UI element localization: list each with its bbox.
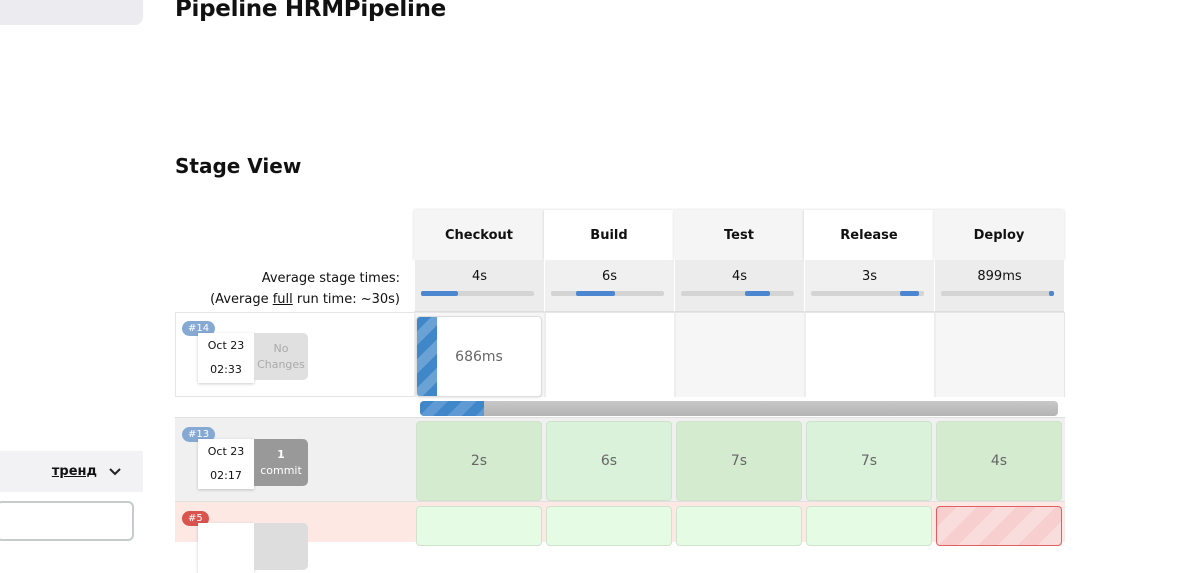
stage-average-time: 4s [471,269,488,284]
stage-average: 4s [414,260,544,312]
stage-average-bar-fill [421,291,459,296]
stage-duration: 4s [990,453,1008,469]
stage-cell-failed[interactable] [936,506,1062,546]
build-changes[interactable]: 1 commit [254,439,308,486]
stage-header-build: Build [544,210,674,260]
stage-cell-success[interactable] [416,506,542,546]
stage-cell-success[interactable]: 4s [936,421,1062,501]
avg-full-suffix: run time: ~30s) [292,292,400,307]
build-changes[interactable]: No Changes [254,333,308,380]
changes-count: No [273,341,289,355]
stage-duration: 2s [470,453,488,469]
stage-average-bar-fill [575,291,616,296]
running-stripe [417,317,437,396]
filter-input[interactable] [0,501,134,541]
stage-cell-success[interactable] [806,506,932,546]
build-date-day: Oct 23 [207,339,245,352]
stage-average: 6s [544,260,674,312]
stage-cell-running[interactable]: 686ms [416,316,542,397]
page-title: Pipeline HRMPipeline [175,0,446,22]
stage-cell-empty [804,313,934,397]
build-progress-fill [420,401,484,416]
stage-average-time: 3s [861,269,878,284]
stage-cell-empty [544,313,674,397]
stage-cell-success[interactable]: 2s [416,421,542,501]
stage-header-release: Release [804,210,934,260]
trend-dropdown[interactable]: тренд [0,451,143,492]
stage-duration: 7s [730,453,748,469]
stage-average-bar-fill [900,291,920,296]
stage-duration: 6s [600,453,618,469]
stage-average-bar-fill [745,291,771,296]
stage-average: 3s [804,260,934,312]
stage-average-time: 4s [731,269,748,284]
stage-cell-success[interactable]: 7s [676,421,802,501]
stage-average-bar [941,291,1054,296]
stage-header-deploy: Deploy [934,210,1064,260]
build-date: Oct 23 02:17 [198,439,254,489]
stage-average-bar-fill [1049,291,1054,296]
chevron-down-icon [109,467,121,475]
stage-cell-success[interactable]: 7s [806,421,932,501]
stage-cell-success[interactable] [546,506,672,546]
stage-cell-empty [934,313,1064,397]
avg-full-prefix: (Average [210,292,273,307]
stage-average-bar [421,291,534,296]
stage-duration: 686ms [455,348,503,365]
stage-average-bar [811,291,924,296]
sidebar-top-panel [0,0,143,25]
build-progress-bar [420,401,1058,416]
trend-link[interactable]: тренд [52,464,97,479]
changes-count: 1 [277,447,285,461]
build-date-day: Oct 23 [207,445,245,458]
stage-view-title: Stage View [175,154,302,178]
stage-average-time: 6s [601,269,618,284]
stage-average-bar [551,291,664,296]
average-times-label: Average stage times: (Average full run t… [175,268,400,310]
full-run-link[interactable]: full [273,292,293,307]
stage-header-checkout: Checkout [414,210,544,260]
build-date: Oct 23 02:33 [198,333,254,383]
stage-cell-success[interactable] [676,506,802,546]
build-changes[interactable] [254,523,308,570]
stage-average-bar [681,291,794,296]
build-date-time: 02:17 [210,469,242,482]
build-date-time: 02:33 [210,363,242,376]
stage-header-test: Test [674,210,804,260]
changes-label: commit [260,463,302,477]
stage-duration: 7s [860,453,878,469]
stage-average: 4s [674,260,804,312]
avg-stage-label: Average stage times: [261,271,400,286]
stage-cell-empty [674,313,804,397]
build-date [198,523,254,573]
stage-average: 899ms [934,260,1064,312]
stage-cell-success[interactable]: 6s [546,421,672,501]
stage-average-time: 899ms [977,269,1022,284]
changes-label: Changes [257,357,305,371]
